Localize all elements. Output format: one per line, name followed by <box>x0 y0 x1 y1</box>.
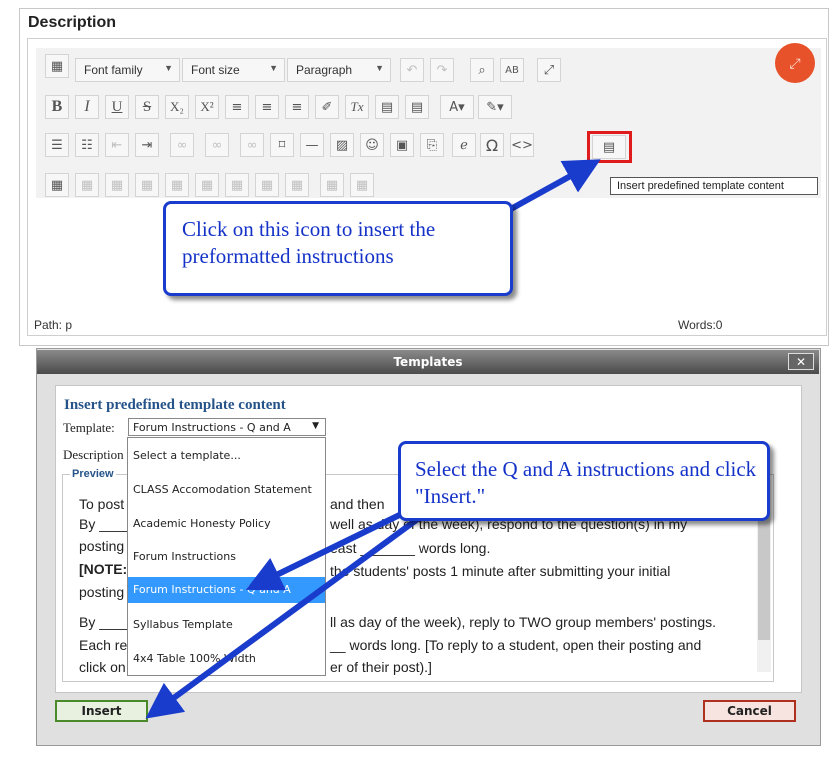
paragraph-dropdown[interactable]: Paragraph ▼ <box>287 58 391 82</box>
bookmark-icon[interactable]: ⌑ <box>270 133 294 157</box>
paste-text-icon[interactable]: ▤ <box>375 95 399 119</box>
align-center-icon[interactable]: ≡ <box>255 95 279 119</box>
indent-icon[interactable]: ⇥ <box>135 133 159 157</box>
link-icon[interactable]: ∞ <box>170 133 194 157</box>
template-option[interactable]: 4x4 Table 100% Width <box>128 646 325 672</box>
template-option[interactable]: Academic Honesty Policy <box>128 511 325 537</box>
font-size-dropdown[interactable]: Font size ▼ <box>182 58 285 82</box>
equation-icon[interactable]: ℯ <box>452 133 476 157</box>
close-button[interactable]: ✕ <box>788 353 814 370</box>
preview-text: posting <box>79 538 125 554</box>
insert-button[interactable]: Insert <box>55 700 148 722</box>
font-family-dropdown[interactable]: Font family ▼ <box>75 58 180 82</box>
instruction-callout: Click on this icon to insert the preform… <box>163 201 513 296</box>
background-color-icon[interactable]: ✎▾ <box>478 95 512 119</box>
description-label: Description <box>63 447 124 462</box>
outdent-icon[interactable]: ⇤ <box>105 133 129 157</box>
dialog-heading: Insert predefined template content <box>64 397 286 413</box>
template-select-value: Forum Instructions - Q and A <box>133 421 291 434</box>
undo-icon[interactable]: ↶ <box>400 58 424 82</box>
merge-cells-icon[interactable]: ▦ <box>350 173 374 197</box>
paragraph-label: Paragraph <box>296 63 353 77</box>
section-title: Description <box>28 14 117 31</box>
font-family-label: Font family <box>84 63 143 77</box>
template-option[interactable]: Syllabus Template <box>128 612 325 638</box>
tooltip: Insert predefined template content <box>610 177 818 195</box>
code-icon[interactable]: <> <box>510 133 534 157</box>
preview-text: __ words long. [To reply to a student, o… <box>330 637 702 653</box>
paste-word-icon[interactable]: ▤ <box>405 95 429 119</box>
template-select[interactable]: Forum Instructions - Q and A ▼ <box>128 418 326 436</box>
template-option[interactable]: CLASS Accomodation Statement <box>128 477 325 503</box>
italic-icon[interactable]: I <box>75 95 99 119</box>
redo-icon[interactable]: ↷ <box>430 58 454 82</box>
image-icon[interactable]: ▨ <box>330 133 354 157</box>
fullscreen-icon[interactable]: ⤢ <box>537 58 561 82</box>
delete-row-icon[interactable]: ▦ <box>195 173 219 197</box>
preview-text: ll as day of the week), reply to TWO gro… <box>330 614 717 630</box>
chevron-down-icon: ▼ <box>164 63 173 73</box>
table-row-icon[interactable]: ▦ <box>75 173 99 197</box>
superscript-icon[interactable]: X² <box>195 95 219 119</box>
preview-text: By ____ <box>79 516 131 532</box>
template-icon-highlight <box>587 131 632 163</box>
preview-text: and then <box>330 496 385 512</box>
cancel-button[interactable]: Cancel <box>703 700 796 722</box>
preview-text: posting <box>79 584 125 600</box>
horizontal-rule-icon[interactable]: — <box>300 133 324 157</box>
status-path: Path: p <box>34 318 73 332</box>
insert-row-after-icon[interactable]: ▦ <box>165 173 189 197</box>
delete-col-icon[interactable]: ▦ <box>285 173 309 197</box>
emoticon-icon[interactable]: ☺ <box>360 133 384 157</box>
chevron-down-icon: ▼ <box>269 63 278 73</box>
preview-text: the students' posts 1 minute after submi… <box>330 563 671 579</box>
clear-format-icon[interactable]: ✐ <box>315 95 339 119</box>
align-right-icon[interactable]: ≡ <box>285 95 309 119</box>
subscript-icon[interactable]: X₂ <box>165 95 189 119</box>
preview-text: Each re <box>79 637 128 653</box>
template-label: Template: <box>63 420 115 435</box>
template-paste-icon[interactable]: ⎘ <box>420 133 444 157</box>
media-icon[interactable]: ▣ <box>390 133 414 157</box>
template-option-selected[interactable]: Forum Instructions - Q and A <box>128 577 325 603</box>
align-left-icon[interactable]: ≡ <box>225 95 249 119</box>
preview-text: er of their post).] <box>330 659 432 675</box>
replace-icon[interactable]: AB <box>500 58 524 82</box>
table-cell-icon[interactable]: ▦ <box>105 173 129 197</box>
unlink-icon[interactable]: ∞ <box>205 133 229 157</box>
preview-text: By ____ <box>79 614 131 630</box>
preview-text: To post <box>79 496 125 512</box>
dialog-title: Templates <box>37 350 819 374</box>
underline-icon[interactable]: U <box>105 95 129 119</box>
insert-row-before-icon[interactable]: ▦ <box>135 173 159 197</box>
numbered-list-icon[interactable]: ☷ <box>75 133 99 157</box>
text-color-icon[interactable]: A▾ <box>440 95 474 119</box>
font-size-label: Font size <box>191 63 240 77</box>
special-char-icon[interactable]: Ω <box>480 133 504 157</box>
find-icon[interactable]: ⌕ <box>470 58 494 82</box>
anchor-link-icon[interactable]: ∞ <box>240 133 264 157</box>
template-option[interactable]: Select a template... <box>128 443 325 469</box>
word-count: Words:0 <box>678 318 723 332</box>
toolbar-toggle-icon[interactable]: ▦ <box>45 54 69 78</box>
table-icon[interactable]: ▦ <box>45 173 69 197</box>
expand-icon[interactable]: ⤢ <box>775 43 815 83</box>
bullet-list-icon[interactable]: ☰ <box>45 133 69 157</box>
chevron-down-icon: ▼ <box>375 63 384 73</box>
instruction-callout: Select the Q and A instructions and clic… <box>398 441 770 521</box>
remove-format-icon[interactable]: Tx <box>345 95 369 119</box>
preview-text: click on <box>79 659 126 675</box>
strikethrough-icon[interactable]: S <box>135 95 159 119</box>
template-option[interactable]: Forum Instructions <box>128 544 325 570</box>
preview-text: east _______ words long. <box>330 540 491 556</box>
insert-col-after-icon[interactable]: ▦ <box>255 173 279 197</box>
chevron-down-icon: ▼ <box>312 421 319 431</box>
insert-col-before-icon[interactable]: ▦ <box>225 173 249 197</box>
bold-icon[interactable]: B <box>45 95 69 119</box>
preview-text: [NOTE: <box>79 561 128 577</box>
preview-label: Preview <box>70 468 116 480</box>
split-cells-icon[interactable]: ▦ <box>320 173 344 197</box>
